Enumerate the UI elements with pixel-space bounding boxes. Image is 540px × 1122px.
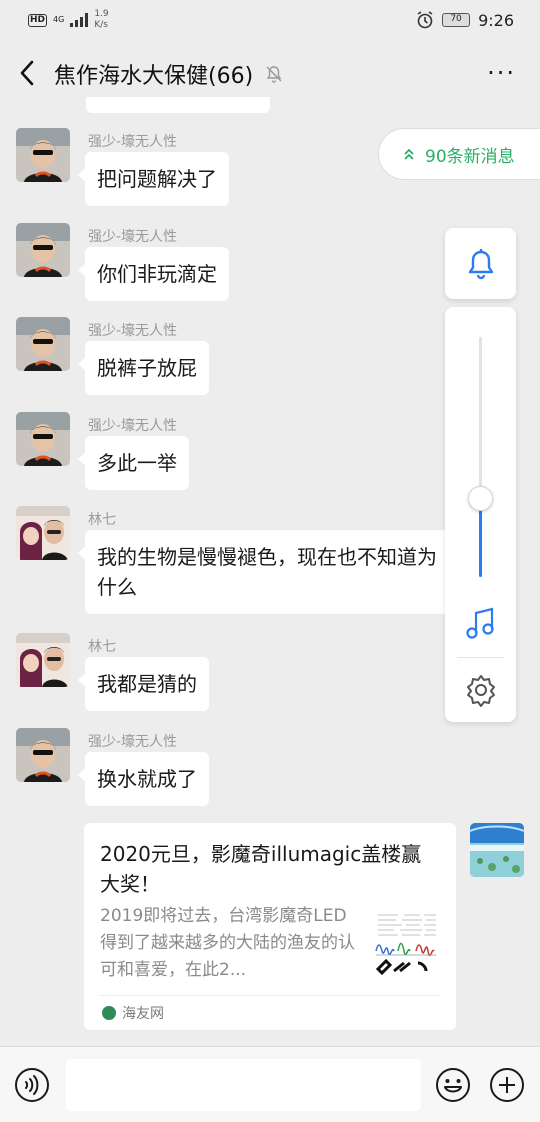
message-bubble[interactable]: 把问题解决了 xyxy=(78,152,229,206)
new-messages-label: 90条新消息 xyxy=(425,146,515,167)
hd-badge: HD xyxy=(28,13,48,27)
speed-unit: K/s xyxy=(94,20,108,30)
link-card-title: 2020元旦，影魔奇illumagic盖楼赢大奖！ xyxy=(100,842,422,896)
input-bar xyxy=(0,1046,540,1122)
previous-bubble-edge xyxy=(86,97,270,113)
avatar[interactable] xyxy=(16,223,70,277)
avatar[interactable] xyxy=(16,633,70,687)
link-card-description: 2019即将过去，台湾影魔奇LED得到了越来越多的大陆的渔友的认可和喜爱，在此2… xyxy=(100,906,355,980)
clock: 9:26 xyxy=(478,10,514,30)
back-icon[interactable] xyxy=(16,58,40,88)
link-card-thumbnail xyxy=(372,907,440,979)
message-bubble[interactable]: 我都是猜的 xyxy=(78,657,209,711)
double-chevron-up-icon xyxy=(404,148,414,160)
message-bubble[interactable]: 脱裤子放屁 xyxy=(78,341,209,395)
volume-panel xyxy=(445,307,516,722)
music-note-icon[interactable] xyxy=(465,607,497,641)
chat-header: 焦作海水大保健(66) ··· xyxy=(0,40,540,106)
sender-name: 强少-壕无人性 xyxy=(88,323,178,339)
source-name: 海友网 xyxy=(122,1006,164,1022)
signal-label: 4G xyxy=(53,15,65,24)
notification-button[interactable] xyxy=(445,228,516,299)
message-bubble[interactable]: 多此一举 xyxy=(78,436,189,490)
sender-name: 林七 xyxy=(88,639,116,655)
message-input[interactable] xyxy=(66,1059,421,1111)
avatar[interactable] xyxy=(16,128,70,182)
alarm-icon xyxy=(417,11,433,29)
bell-icon xyxy=(468,248,493,279)
avatar[interactable] xyxy=(16,506,70,560)
my-avatar[interactable] xyxy=(470,823,524,877)
message-bubble[interactable]: 换水就成了 xyxy=(78,752,209,806)
speed-value: 1.9 xyxy=(94,9,109,19)
signal-icon xyxy=(70,13,89,27)
chat-title: 焦作海水大保健(66) xyxy=(54,64,254,89)
avatar[interactable] xyxy=(16,317,70,371)
link-card[interactable]: 2020元旦，影魔奇illumagic盖楼赢大奖！ 2019即将过去，台湾影魔奇… xyxy=(84,823,456,1030)
network-speed: 1.9 K/s xyxy=(94,9,108,31)
message-bubble[interactable]: 我的生物是慢慢褪色，现在也不知道为什么 xyxy=(78,530,455,614)
more-options-button[interactable]: ··· xyxy=(487,61,516,85)
sender-name: 强少-壕无人性 xyxy=(88,734,178,750)
status-bar: HD 4G 1.9 K/s 70 9:26 xyxy=(0,0,540,40)
panel-divider xyxy=(457,657,504,658)
message-bubble[interactable]: 你们非玩滴定 xyxy=(78,247,229,301)
new-messages-button[interactable]: 90条新消息 xyxy=(378,128,540,180)
sender-name: 强少-壕无人性 xyxy=(88,134,178,150)
add-icon[interactable] xyxy=(489,1067,525,1103)
gear-icon[interactable] xyxy=(464,673,498,707)
volume-slider-knob[interactable] xyxy=(468,486,493,511)
voice-icon[interactable] xyxy=(14,1067,50,1103)
avatar[interactable] xyxy=(16,728,70,782)
link-card-divider xyxy=(100,995,440,996)
mute-bell-icon xyxy=(266,66,282,83)
source-logo-icon xyxy=(102,1006,116,1020)
volume-track[interactable] xyxy=(479,337,482,577)
emoji-icon[interactable] xyxy=(435,1067,471,1103)
sender-name: 强少-壕无人性 xyxy=(88,418,178,434)
link-card-source: 海友网 xyxy=(102,1003,164,1023)
sender-name: 强少-壕无人性 xyxy=(88,229,178,245)
avatar[interactable] xyxy=(16,412,70,466)
battery-icon: 70 xyxy=(442,13,471,27)
sender-name: 林七 xyxy=(88,512,116,528)
